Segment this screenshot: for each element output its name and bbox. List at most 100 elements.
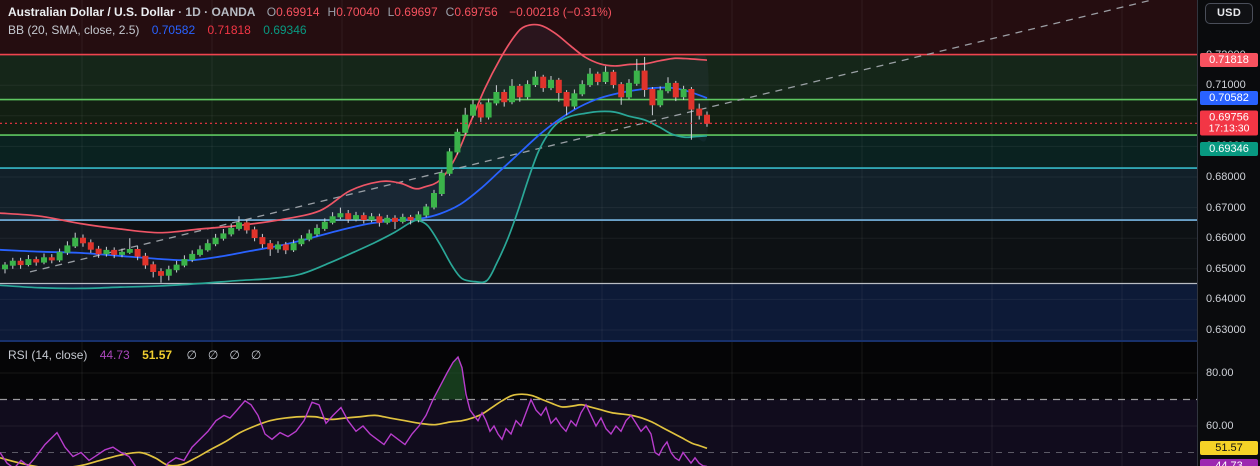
price-tick-label: 0.64000	[1206, 293, 1246, 306]
candle-body	[212, 237, 219, 245]
candle-body	[80, 237, 86, 244]
candle-body	[446, 151, 453, 174]
candle-body	[657, 90, 664, 106]
candle-body	[165, 269, 172, 276]
candle-body	[704, 114, 710, 124]
candle-body	[259, 237, 266, 245]
candle-body	[610, 71, 617, 86]
candle-body	[360, 215, 367, 221]
candle-body	[672, 82, 679, 98]
candle-body	[72, 237, 79, 247]
rsi-empty-slot: ∅	[186, 348, 197, 362]
candle-body	[399, 216, 406, 222]
candle-body	[696, 108, 703, 116]
candle-body	[407, 216, 414, 221]
ohlc-value: 0.69914	[276, 5, 320, 19]
candle-body	[189, 253, 196, 261]
candle-body	[626, 82, 632, 98]
price-scale[interactable]: USD 0.720000.710000.700000.690000.680000…	[1197, 0, 1260, 466]
ohlc-value: 0.69697	[394, 5, 438, 19]
rsi-indicator-row: RSI (14, close) 44.73 51.57 ∅ ∅ ∅ ∅	[8, 348, 261, 362]
candle-body	[509, 85, 515, 103]
candle-body	[126, 249, 133, 253]
candle-body	[158, 271, 164, 276]
candle-body	[9, 260, 16, 266]
candle-body	[236, 222, 242, 229]
bb-indicator-label[interactable]: BB (20, SMA, close, 2.5)	[8, 23, 139, 37]
candle-body	[337, 213, 344, 218]
ohlc-values: O0.69914 H0.70040 L0.69697 C0.69756	[259, 5, 498, 19]
price-tick-label: 0.67000	[1206, 201, 1246, 214]
indicator-price-badge: 0.71818	[1200, 53, 1258, 68]
price-tick-label: 0.68000	[1206, 171, 1246, 183]
candle-body	[111, 249, 118, 255]
candle-body	[95, 248, 102, 255]
last-price-time: 17:13:30	[1208, 122, 1250, 135]
candle-body	[633, 70, 640, 84]
rsi-value-badge: 51.57	[1200, 441, 1258, 456]
price-tick-label: 0.71000	[1206, 79, 1246, 92]
rsi-empty-slot: ∅	[250, 348, 262, 362]
price-zone	[0, 283, 1197, 341]
candle-body	[56, 251, 63, 261]
candle-body	[119, 251, 125, 255]
indicator-price-badge: 0.69346	[1200, 142, 1258, 156]
candle-body	[665, 82, 671, 92]
interval-label[interactable]: 1D	[185, 5, 200, 19]
price-zone	[0, 135, 1197, 169]
candle-body	[87, 242, 94, 250]
candle-body	[415, 214, 422, 221]
currency-toggle-button[interactable]: USD	[1205, 3, 1253, 24]
exchange-label: OANDA	[211, 5, 256, 19]
ohlc-value: 0.69756	[454, 5, 498, 19]
rsi-ma-value: 51.57	[142, 348, 173, 362]
candle-body	[64, 245, 71, 253]
rsi-tick-label: 80.00	[1206, 367, 1234, 379]
candle-body	[516, 85, 523, 98]
candle-body	[438, 172, 445, 195]
candle-body	[555, 79, 562, 94]
price-tick-label: 0.66000	[1206, 232, 1246, 245]
candle-body	[25, 259, 32, 266]
rsi-tick-label: 60.00	[1206, 420, 1234, 432]
candle-body	[649, 89, 656, 106]
candle-body	[548, 79, 554, 89]
candle-body	[298, 238, 305, 245]
ohlc-label: H	[327, 5, 337, 19]
candle-body	[579, 84, 586, 95]
bb-basis-value: 0.70582	[151, 23, 196, 37]
candle-body	[501, 92, 508, 103]
rsi-value-badge: 44.73	[1200, 459, 1258, 466]
candle-body	[48, 257, 55, 261]
candle-body	[17, 260, 24, 266]
candle-body	[197, 249, 203, 255]
candle-body	[204, 243, 211, 251]
price-zone	[0, 168, 1197, 221]
candle-body	[618, 84, 625, 98]
bb-indicator-row: BB (20, SMA, close, 2.5) 0.70582 0.71818…	[8, 23, 307, 37]
candle-body	[267, 243, 274, 250]
candle-body	[454, 131, 461, 153]
candle-body	[353, 215, 359, 220]
candle-body	[282, 244, 289, 251]
candle-body	[243, 222, 250, 231]
rsi-indicator-label[interactable]: RSI (14, close)	[8, 348, 87, 362]
candle-body	[376, 216, 383, 223]
candle-body	[571, 93, 578, 107]
candle-body	[524, 84, 531, 98]
ohlc-value: 0.70040	[336, 5, 380, 19]
chart-window: Australian Dollar / U.S. Dollar · 1D · O…	[0, 0, 1260, 466]
pane-resize-handle[interactable]	[0, 340, 1260, 342]
price-chart-canvas[interactable]	[0, 0, 1197, 341]
candle-body	[602, 71, 609, 83]
symbol-header: Australian Dollar / U.S. Dollar · 1D · O…	[8, 5, 612, 19]
candle-body	[392, 217, 398, 222]
bb-upper-value: 0.71818	[207, 23, 251, 37]
symbol-name[interactable]: Australian Dollar / U.S. Dollar	[8, 5, 175, 19]
price-pane[interactable]	[0, 0, 1197, 341]
candle-body	[493, 92, 500, 104]
price-tick-label: 0.65000	[1206, 262, 1246, 275]
candle-body	[275, 244, 281, 250]
candle-body	[680, 89, 687, 98]
candle-body	[563, 92, 570, 107]
